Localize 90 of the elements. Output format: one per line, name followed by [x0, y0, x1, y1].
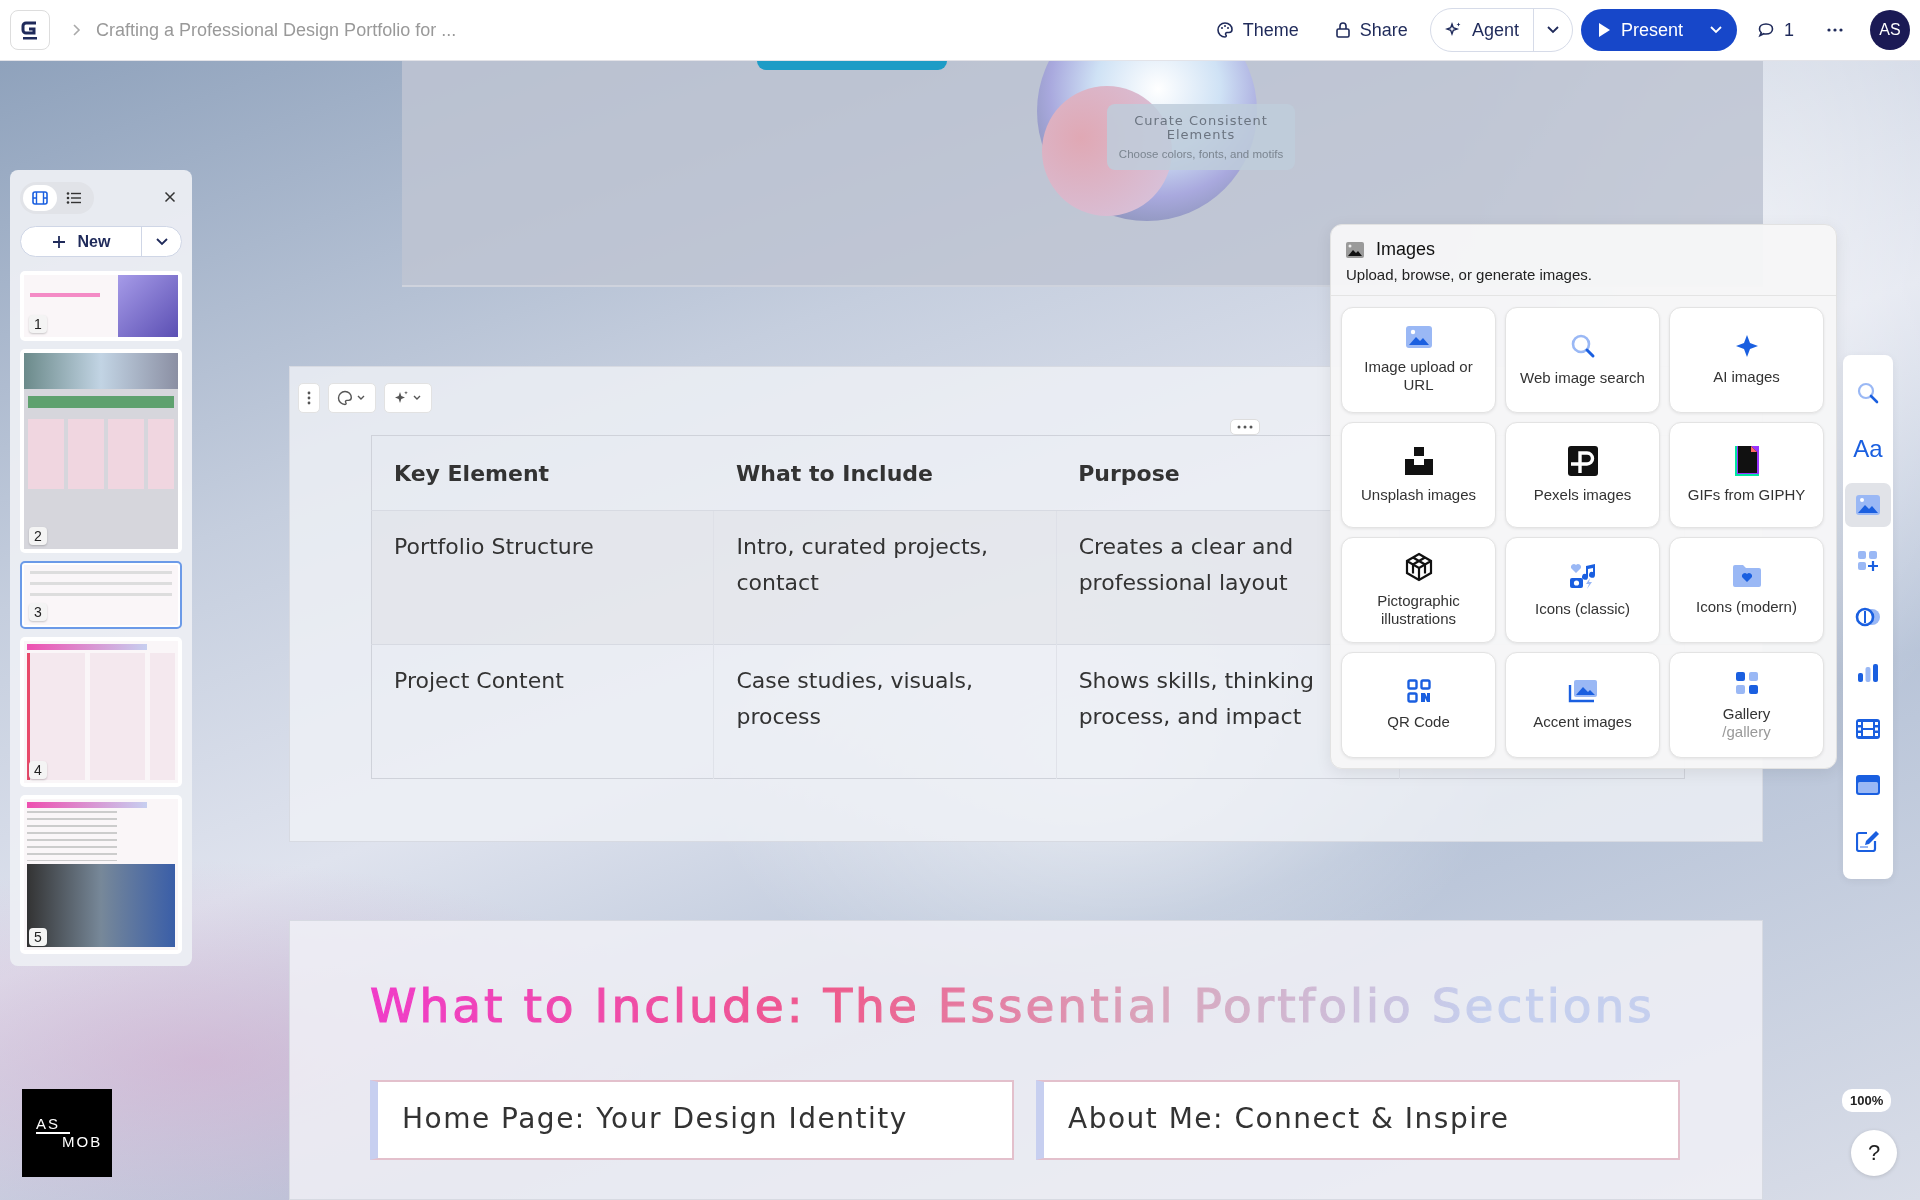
slide-thumbnail[interactable]: 5 [20, 795, 182, 954]
table-cell-text: Shows skills, thinking process, and impact [1078, 667, 1315, 731]
image-source-button[interactable]: Unsplash images [1341, 422, 1496, 528]
column-header: What to Include [736, 460, 933, 486]
panel-subtitle: Upload, browse, or generate images. [1346, 266, 1593, 283]
search-icon [1569, 333, 1596, 359]
image-icon [1405, 326, 1432, 348]
slide-number: 2 [29, 527, 47, 545]
slide-number: 3 [29, 603, 47, 621]
pexels-logo-icon [1567, 446, 1598, 476]
qr-code-icon [1406, 679, 1431, 703]
film-icon [32, 191, 48, 205]
image-source-button[interactable]: Icons (classic) [1505, 537, 1660, 643]
logo-text: AS [36, 1116, 70, 1134]
toggle-icon [1855, 607, 1881, 627]
table-cell-text: Project Content [394, 667, 564, 695]
text-tool-button[interactable]: Aa [1845, 427, 1891, 471]
table-cell-text: Case studies, visuals, process [736, 667, 974, 731]
search-icon [1857, 382, 1879, 404]
image-tool-button[interactable] [1845, 483, 1891, 527]
more-icon [1237, 425, 1253, 429]
palette-icon [337, 390, 367, 406]
ai-dropdown-button[interactable] [384, 383, 432, 413]
bar-chart-icon [1857, 663, 1879, 683]
palette-icon [1215, 21, 1234, 39]
column-header: Purpose [1078, 460, 1180, 486]
slide-thumbnail[interactable]: 1 [20, 271, 182, 341]
app-logo-button[interactable] [10, 10, 50, 50]
comments-button[interactable]: 1 [1745, 9, 1806, 51]
slide-thumbnail[interactable]: 4 [20, 637, 182, 787]
heart-folder-icon [1732, 564, 1761, 588]
card-icon [1856, 775, 1880, 795]
help-button[interactable]: ? [1851, 1130, 1897, 1176]
table-options-button[interactable] [1230, 419, 1260, 435]
play-icon [1596, 22, 1611, 38]
card-title: About Me: Connect & Inspire [1068, 1102, 1510, 1135]
image-source-button[interactable]: Pexels images [1505, 422, 1660, 528]
logo-text: MOB [62, 1134, 104, 1150]
edit-icon [1856, 830, 1880, 852]
image-source-button[interactable]: Icons (modern) [1669, 537, 1824, 643]
caret-icon [1545, 25, 1560, 35]
image-source-button[interactable]: QR Code [1341, 652, 1496, 758]
panel-title: Images [1376, 239, 1436, 260]
image-source-button[interactable]: Gallery /gallery [1669, 652, 1824, 758]
share-button[interactable]: Share [1320, 9, 1422, 51]
film-icon [1856, 719, 1880, 739]
card-title: Home Page: Your Design Identity [402, 1102, 908, 1135]
icons-collage-icon [1568, 562, 1597, 590]
drag-dots-icon [307, 391, 311, 405]
image-source-button[interactable]: AI images [1669, 307, 1824, 413]
more-icon [1826, 27, 1844, 33]
column-header: Key Element [394, 460, 550, 486]
caret-icon [1709, 25, 1723, 35]
image-source-button[interactable]: GIFs from GIPHY [1669, 422, 1824, 528]
add-block-icon [1857, 550, 1879, 572]
slide-thumbnail[interactable]: 3 [20, 561, 182, 629]
image-source-button[interactable]: Web image search [1505, 307, 1660, 413]
table-cell-text: Creates a clear and professional layout [1078, 533, 1295, 597]
zoom-level-badge[interactable]: 100% [1842, 1089, 1892, 1112]
table-cell-text: Portfolio Structure [394, 533, 594, 561]
image-source-button[interactable]: Image upload or URL [1341, 307, 1496, 413]
sparkle-icon [1734, 334, 1759, 358]
slide-thumbnail[interactable]: 2 [20, 349, 182, 553]
style-dropdown-button[interactable] [328, 383, 376, 413]
card-text: Choose colors, fonts, and motifs [1117, 147, 1285, 160]
plus-icon [51, 234, 66, 249]
slide-number: 4 [29, 761, 47, 779]
card-title: Curate Consistent Elements [1133, 114, 1269, 143]
cube-icon [1403, 552, 1434, 582]
list-icon [66, 191, 82, 205]
lock-icon [1334, 21, 1351, 39]
slide-number: 5 [29, 928, 47, 946]
image-icon [1346, 241, 1364, 258]
user-avatar[interactable]: AS [1870, 10, 1910, 50]
table-cell-text: Intro, curated projects, contact [736, 533, 990, 597]
image-source-button[interactable]: Pictographic illustrations [1341, 537, 1496, 643]
unsplash-logo-icon [1403, 446, 1434, 476]
filmstrip-view-button[interactable] [23, 185, 57, 211]
comment-icon [1757, 21, 1775, 39]
stacked-image-icon [1567, 679, 1598, 703]
image-source-button[interactable]: Accent images [1505, 652, 1660, 758]
caret-icon [154, 236, 169, 247]
giphy-logo-icon [1734, 446, 1759, 476]
image-icon [1856, 495, 1880, 515]
slide-number: 1 [29, 315, 47, 333]
theme-button[interactable]: Theme [1201, 9, 1313, 51]
chevron-icon [72, 23, 82, 37]
grid-icon [1734, 670, 1759, 695]
drag-handle[interactable] [298, 383, 320, 413]
close-icon [164, 190, 176, 203]
